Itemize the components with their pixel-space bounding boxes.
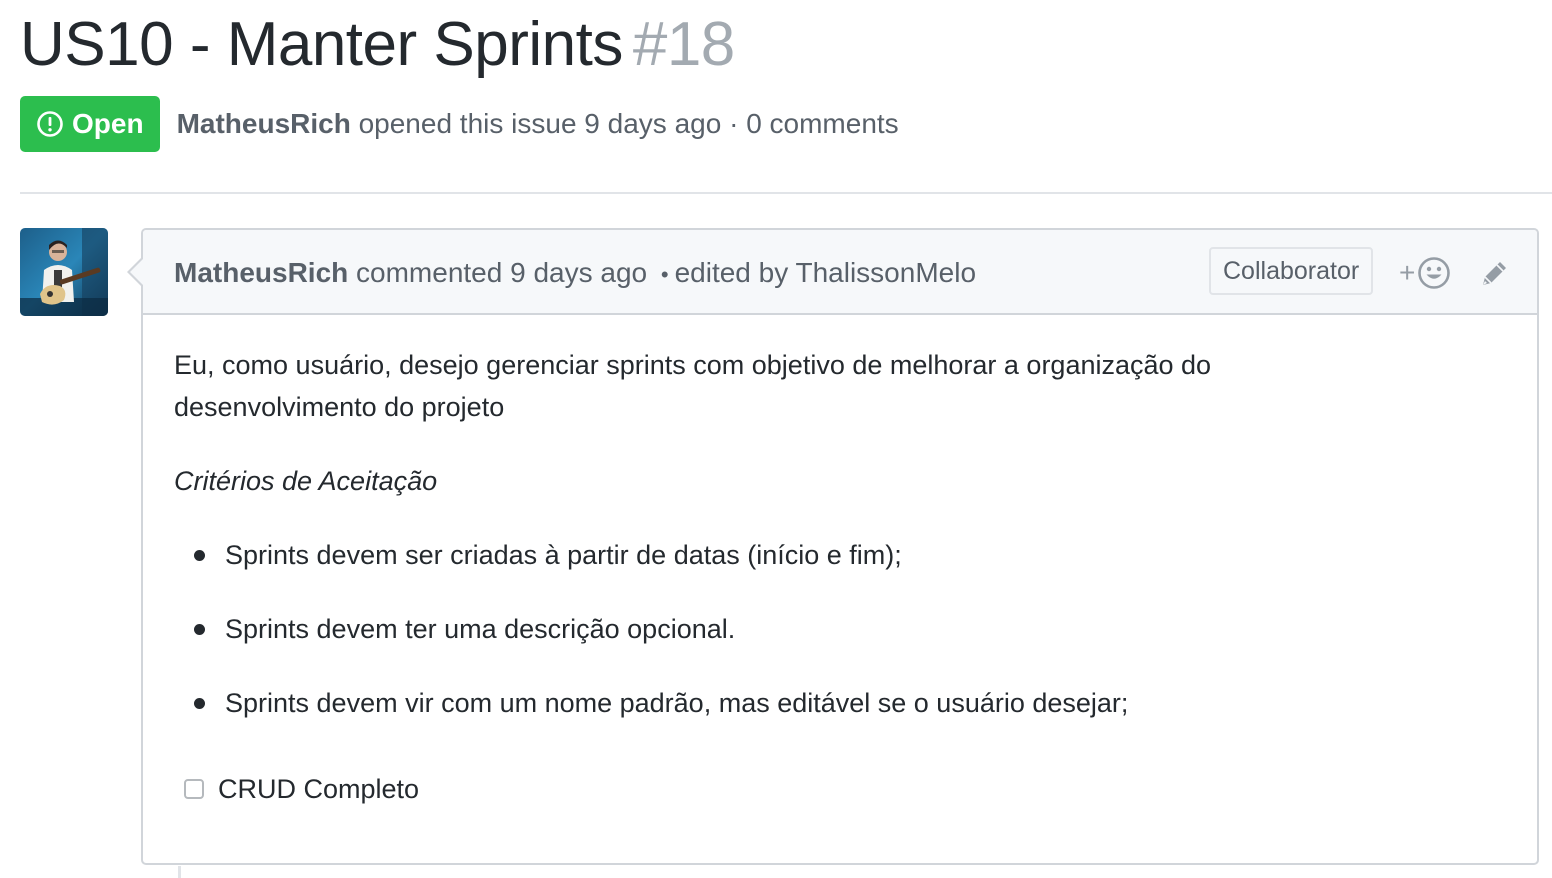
comment-header: MatheusRich commented 9 days ago • edited…	[127, 230, 1537, 315]
meta-separator: ·	[729, 108, 739, 139]
list-item: Sprints devem vir com um nome padrão, ma…	[174, 682, 1128, 724]
issue-status-row: Open MatheusRich opened this issue 9 day…	[20, 96, 899, 152]
avatar-image	[20, 228, 108, 316]
list-item: Sprints devem ser criadas à partir de da…	[174, 534, 902, 576]
issue-page: US10 - Manter Sprints #18 Open MatheusRic…	[0, 0, 1552, 878]
list-bullet	[194, 549, 205, 561]
issue-opened-text: opened this issue 9 days ago	[358, 108, 722, 139]
issue-title: US10 - Manter Sprints #18	[20, 8, 735, 82]
timeline-line	[178, 866, 181, 878]
task-label: CRUD Completo	[218, 774, 420, 804]
list-item-text: Sprints devem ter uma descrição opcional…	[225, 614, 736, 644]
issue-meta: MatheusRich opened this issue 9 days ago…	[177, 108, 899, 140]
reaction-plus: +	[1399, 257, 1416, 288]
edited-by-dropdown[interactable]: edited by ThalissonMelo	[675, 257, 976, 288]
issue-opened-icon	[37, 111, 63, 137]
list-item: Sprints devem ter uma descrição opcional…	[174, 608, 735, 650]
story-paragraph: Eu, como usuário, desejo gerenciar sprin…	[174, 350, 1212, 422]
comment-timestamp[interactable]: commented 9 days ago	[356, 257, 647, 288]
edited-bullet: •	[660, 262, 669, 287]
smiley-icon	[1418, 257, 1451, 289]
issue-author-link[interactable]: MatheusRich	[177, 108, 351, 139]
task-list-item[interactable]: CRUD Completo	[184, 768, 419, 810]
state-badge-open: Open	[20, 96, 160, 152]
collaborator-label: Collaborator	[1209, 247, 1374, 295]
comments-count: 0 comments	[746, 108, 899, 139]
list-bullet	[194, 697, 205, 709]
comment-header-text: MatheusRich commented 9 days ago • edited…	[174, 230, 976, 315]
list-item-text: Sprints devem vir com um nome padrão, ma…	[225, 688, 1129, 718]
avatar[interactable]	[20, 228, 108, 316]
add-reaction-button[interactable]: +	[1399, 256, 1451, 290]
issue-title-text: US10 - Manter Sprints	[20, 10, 623, 79]
comment-box: MatheusRich commented 9 days ago • edited…	[127, 228, 1539, 865]
edit-comment-button[interactable]	[1479, 257, 1511, 289]
comment-caret-fill	[130, 258, 144, 286]
task-checkbox[interactable]	[184, 779, 204, 799]
header-divider	[20, 192, 1552, 194]
list-item-text: Sprints devem ser criadas à partir de da…	[225, 540, 902, 570]
pencil-icon	[1483, 262, 1506, 285]
issue-number: #18	[632, 10, 735, 79]
state-label: Open	[72, 108, 144, 139]
criteria-heading: Critérios de Aceitação	[174, 466, 438, 496]
list-bullet	[194, 623, 205, 635]
comment-author-link[interactable]: MatheusRich	[174, 257, 348, 288]
